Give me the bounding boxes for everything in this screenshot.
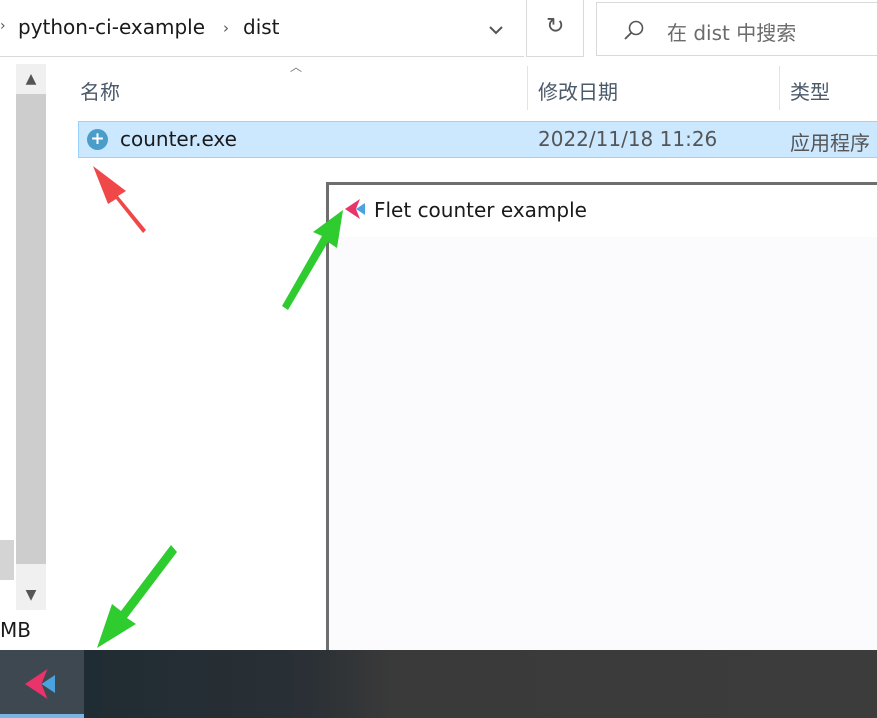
scroll-down-arrow-icon[interactable]: ▼ bbox=[16, 580, 46, 610]
taskbar-item-flet-app[interactable] bbox=[0, 650, 84, 718]
scrollbar-thumb[interactable] bbox=[16, 94, 46, 564]
app-window-titlebar[interactable]: Flet counter example bbox=[329, 185, 877, 237]
nav-pane-scrollbar[interactable]: ▲ ▼ bbox=[16, 64, 46, 610]
file-modified-date: 2022/11/18 11:26 bbox=[538, 127, 718, 151]
file-name[interactable]: counter.exe bbox=[120, 127, 237, 151]
breadcrumb-segment-python-ci-example[interactable]: python-ci-example bbox=[18, 15, 205, 39]
taskbar-active-indicator bbox=[0, 714, 84, 718]
scroll-up-arrow-icon[interactable]: ▲ bbox=[16, 64, 46, 94]
taskbar bbox=[0, 650, 877, 718]
chevron-down-icon[interactable] bbox=[486, 20, 506, 40]
app-window-title: Flet counter example bbox=[374, 198, 587, 222]
file-type: 应用程序 bbox=[790, 131, 870, 155]
column-divider[interactable] bbox=[779, 66, 780, 110]
search-placeholder[interactable]: 在 dist 中搜索 bbox=[667, 17, 796, 46]
green-annotation-arrow-taskbar bbox=[97, 545, 177, 648]
refresh-button[interactable]: ↻ bbox=[526, 0, 584, 57]
flet-logo-icon bbox=[343, 197, 367, 221]
refresh-icon: ↻ bbox=[546, 14, 565, 39]
address-bar[interactable]: › python-ci-example › dist bbox=[0, 0, 524, 57]
search-box[interactable]: 在 dist 中搜索 bbox=[596, 2, 877, 56]
app-window[interactable]: Flet counter example bbox=[326, 182, 877, 662]
sort-ascending-icon: ︿ bbox=[290, 60, 303, 74]
breadcrumb-separator-icon[interactable]: › bbox=[223, 19, 229, 37]
breadcrumb-segment-dist[interactable]: dist bbox=[243, 15, 280, 39]
column-header-type[interactable]: 类型 bbox=[790, 76, 830, 105]
flet-logo-icon bbox=[22, 666, 58, 702]
file-row-selected[interactable]: + counter.exe 2022/11/18 11:26 应用程序 bbox=[78, 121, 877, 158]
column-header-date[interactable]: 修改日期 bbox=[538, 76, 618, 105]
breadcrumb-chevron-icon[interactable]: › bbox=[0, 18, 6, 34]
exe-plus-icon: + bbox=[87, 129, 108, 150]
column-header-name[interactable]: 名称 bbox=[80, 76, 120, 105]
red-annotation-arrow bbox=[93, 166, 146, 233]
search-icon bbox=[623, 19, 645, 41]
column-divider[interactable] bbox=[527, 66, 528, 110]
nav-pane-item-fragment bbox=[0, 540, 14, 580]
status-size-text: MB bbox=[0, 618, 31, 642]
